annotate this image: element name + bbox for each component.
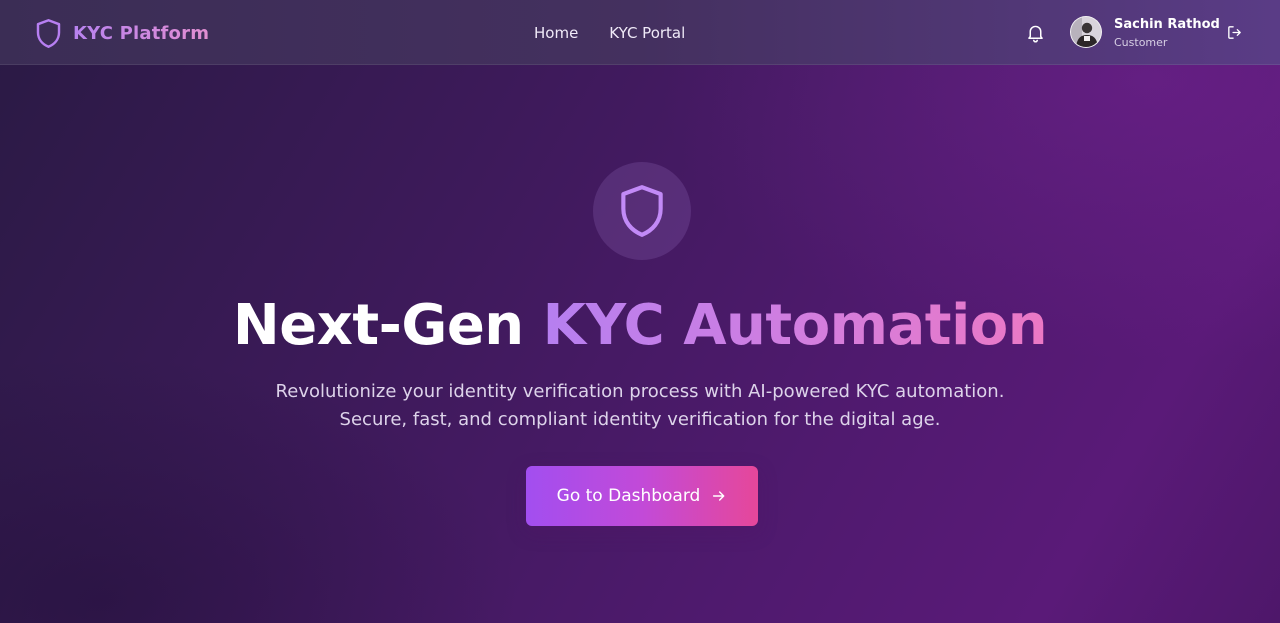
nav-item-home[interactable]: Home (534, 23, 578, 43)
user-name: Sachin Rathod (1114, 17, 1220, 32)
go-to-dashboard-button[interactable]: Go to Dashboard (526, 466, 758, 526)
shield-icon (36, 18, 61, 48)
brand-name: KYC Platform (73, 22, 210, 44)
brand[interactable]: KYC Platform (35, 17, 209, 49)
bell-icon[interactable] (1025, 22, 1046, 44)
hero-subtitle-line-1: Revolutionize your identity verification… (275, 381, 1005, 402)
arrow-right-icon (713, 491, 725, 501)
hero-badge (593, 162, 691, 260)
user-role: Customer (1114, 36, 1168, 49)
go-to-dashboard-label: Go to Dashboard (556, 486, 701, 506)
avatar[interactable] (1070, 16, 1102, 48)
hero-subtitle-line-2: Secure, fast, and compliant identity ver… (339, 409, 941, 430)
top-navbar: KYC Platform Home KYC Portal Sachin Rath… (0, 0, 1280, 65)
hero-title: Next-Gen KYC Automation (0, 290, 1280, 362)
avatar-image (1071, 17, 1101, 47)
hero-title-accent: KYC Automation (542, 293, 1048, 358)
shield-icon (621, 185, 663, 237)
main-nav: Home KYC Portal (534, 23, 685, 43)
page: KYC Platform Home KYC Portal Sachin Rath… (0, 0, 1280, 623)
logout-icon[interactable] (1226, 24, 1243, 41)
hero-title-plain: Next-Gen (232, 293, 543, 358)
nav-item-kyc-portal[interactable]: KYC Portal (609, 23, 685, 43)
